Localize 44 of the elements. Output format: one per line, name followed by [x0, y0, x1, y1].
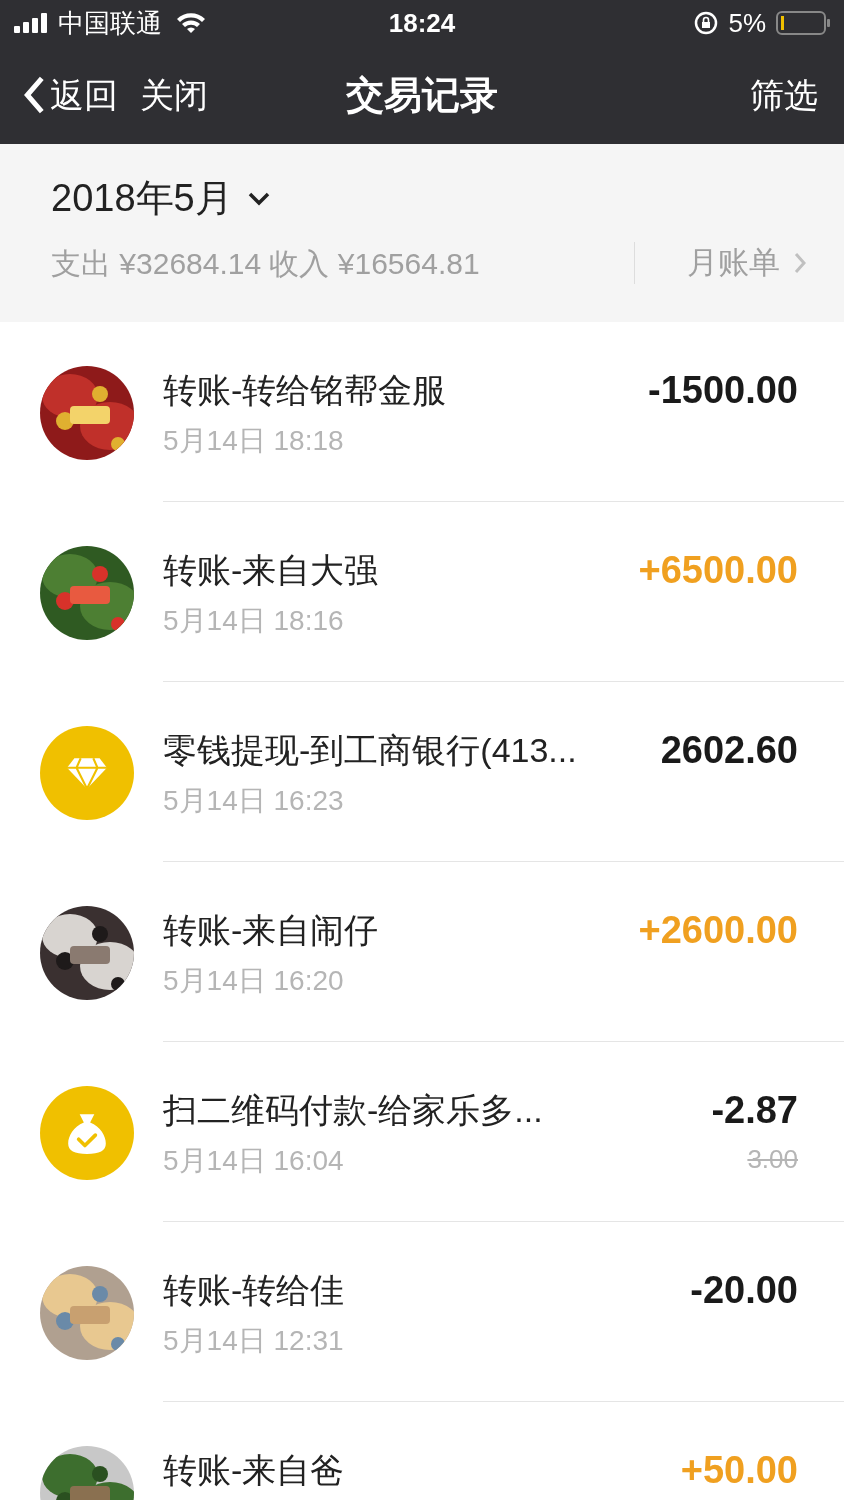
transaction-amount: -20.00 — [690, 1268, 798, 1313]
transaction-row[interactable]: 转账-来自闹仔 5月14日 16:20 +2600.00 — [0, 862, 844, 1042]
transaction-amount: -1500.00 — [648, 368, 798, 413]
carrier-name: 中国联通 — [58, 6, 162, 40]
transaction-title: 零钱提现-到工商银行(413... — [163, 730, 578, 771]
transaction-time: 5月14日 16:04 — [163, 1144, 345, 1178]
battery-percent: 5% — [728, 6, 766, 40]
transaction-time: 5月14日 16:20 — [163, 964, 345, 998]
transaction-title: 转账-来自大强 — [163, 550, 380, 591]
signal-icon — [14, 13, 50, 33]
transaction-row[interactable]: 转账-转给铭帮金服 5月14日 18:18 -1500.00 — [0, 322, 844, 502]
transaction-time: 5月14日 18:16 — [163, 604, 345, 638]
transaction-amount: +6500.00 — [638, 548, 798, 593]
transaction-title: 转账-转给佳 — [163, 1270, 346, 1311]
transaction-amount: 2602.60 — [660, 728, 798, 773]
battery-icon — [776, 11, 830, 35]
page-title: 交易记录 — [346, 72, 498, 118]
transaction-row[interactable]: 零钱提现-到工商银行(413... 5月14日 16:23 2602.60 — [0, 682, 844, 862]
transaction-title: 转账-转给铭帮金服 — [163, 370, 448, 411]
transaction-row[interactable]: 扫二维码付款-给家乐多... 5月14日 16:04 -2.87 3.00 — [0, 1042, 844, 1222]
transaction-row[interactable]: 转账-来自爸 +50.00 — [0, 1402, 844, 1500]
back-chevron-icon — [22, 75, 46, 115]
close-button[interactable]: 关闭 — [140, 69, 208, 121]
original-amount: 3.00 — [747, 1143, 798, 1176]
transaction-row[interactable]: 转账-转给佳 5月14日 12:31 -20.00 — [0, 1222, 844, 1402]
month-picker[interactable]: 2018年5月 — [51, 170, 271, 227]
transaction-time: 5月14日 12:31 — [163, 1324, 345, 1358]
transaction-amount: -2.87 — [711, 1088, 798, 1133]
transaction-title: 转账-来自闹仔 — [163, 910, 380, 951]
rotation-lock-icon — [694, 11, 719, 35]
dropdown-icon — [246, 190, 271, 207]
transaction-title: 转账-来自爸 — [163, 1450, 346, 1491]
transaction-time: 5月14日 18:18 — [163, 424, 345, 458]
transaction-amount: +2600.00 — [638, 908, 798, 953]
filter-button[interactable]: 筛选 — [750, 69, 818, 121]
wifi-icon — [176, 12, 206, 34]
chevron-right-icon — [794, 252, 806, 274]
clock: 18:24 — [388, 6, 456, 40]
transaction-amount: +50.00 — [680, 1448, 798, 1493]
transaction-time: 5月14日 16:23 — [163, 784, 345, 818]
month-totals: 支出 ¥32684.14 收入 ¥16564.81 — [51, 247, 480, 280]
back-button[interactable]: 返回 — [22, 69, 118, 121]
transaction-row[interactable]: 转账-来自大强 5月14日 18:16 +6500.00 — [0, 502, 844, 682]
transaction-title: 扫二维码付款-给家乐多... — [163, 1090, 544, 1131]
